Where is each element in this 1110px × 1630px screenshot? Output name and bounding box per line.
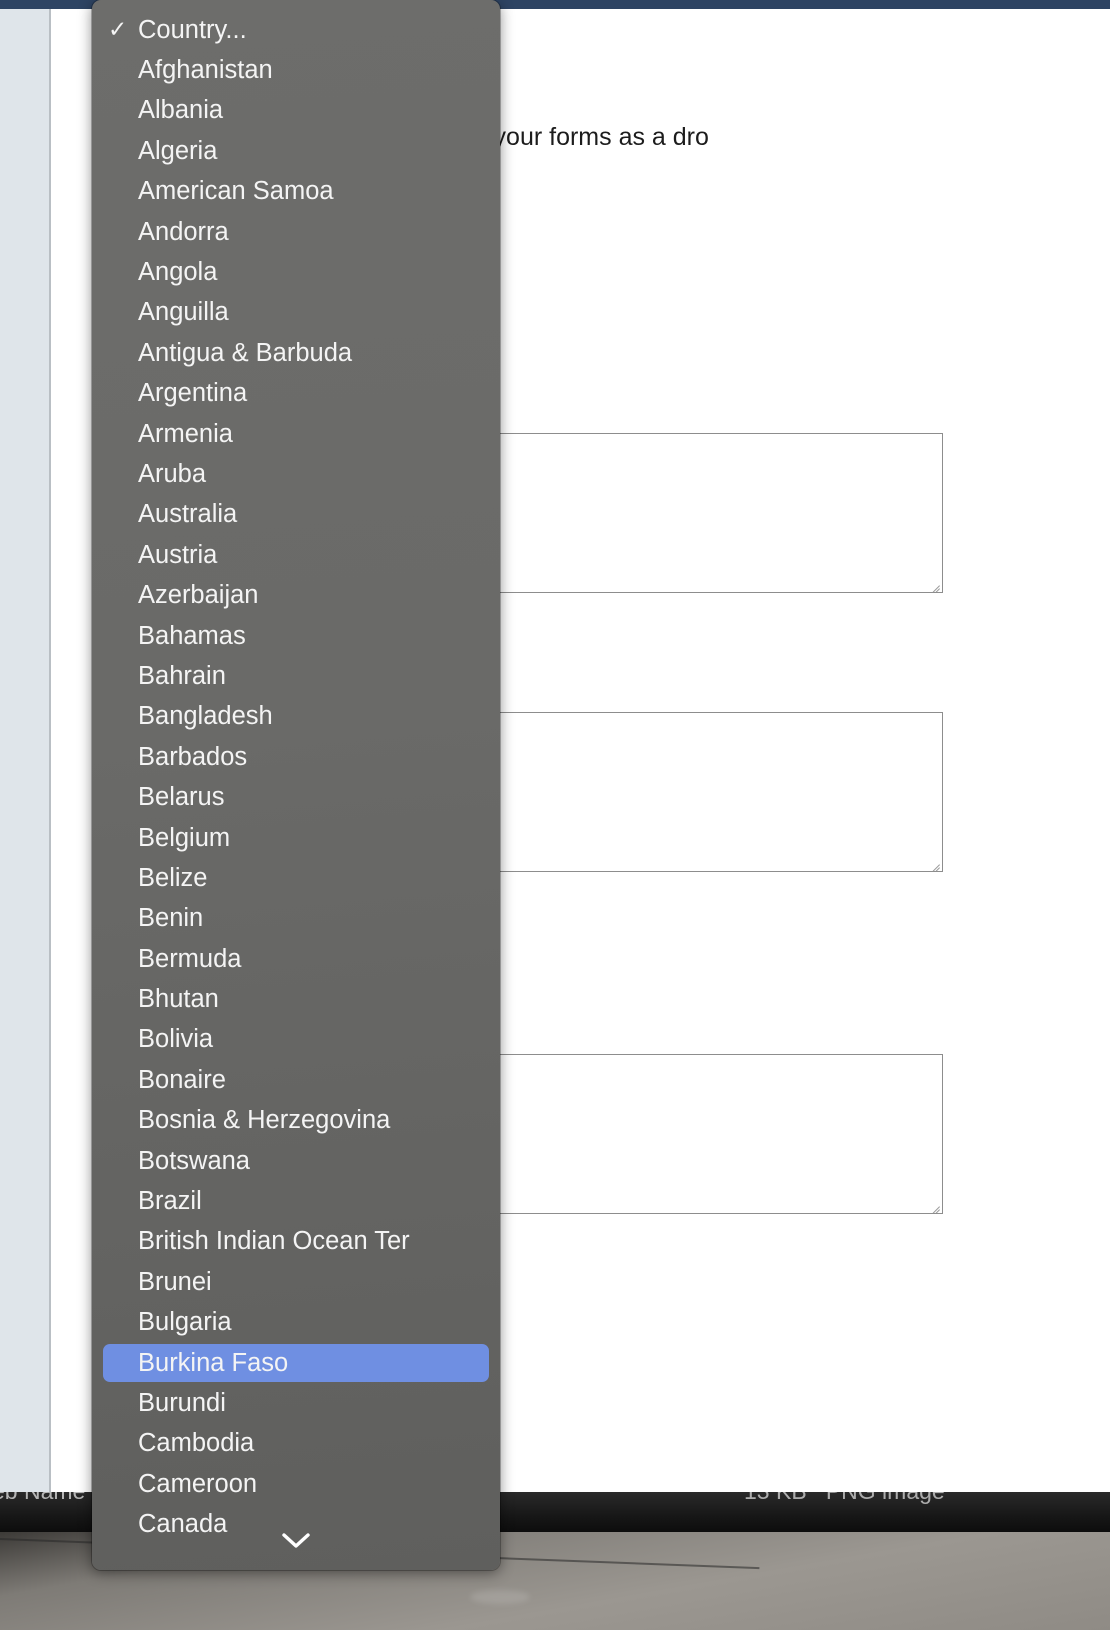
- country-select-popup-menu[interactable]: ✓ Country... Afghanistan Albania Algeria Amer…: [92, 0, 500, 1570]
- desk-highlight-smudge: [470, 1590, 530, 1604]
- finder-file-kind: PNG image: [826, 1492, 945, 1504]
- menu-item-country[interactable]: Cameroon: [92, 1464, 500, 1504]
- finder-file-name-label: eb Name: [0, 1492, 85, 1505]
- menu-item-label: Belarus: [138, 783, 225, 812]
- menu-item-label: Bulgaria: [138, 1308, 232, 1337]
- menu-item-label: Barbados: [138, 742, 248, 771]
- menu-item-label: Bosnia & Herzegovina: [138, 1106, 391, 1135]
- textarea-resize-grip[interactable]: [926, 855, 940, 869]
- menu-item-label: Austria: [138, 540, 218, 569]
- menu-item-label: Armenia: [138, 419, 233, 448]
- menu-item-label: Canada: [138, 1510, 228, 1539]
- menu-item-label: Argentina: [138, 379, 248, 408]
- menu-item-label: Bolivia: [138, 1025, 214, 1054]
- menu-item-country[interactable]: Antigua & Barbuda: [92, 333, 500, 373]
- menu-item-country[interactable]: Bahamas: [92, 616, 500, 656]
- textarea-resize-grip[interactable]: [926, 576, 940, 590]
- menu-item-label: Belgium: [138, 823, 231, 852]
- menu-item-label: Afghanistan: [138, 56, 273, 85]
- menu-item-label: Bhutan: [138, 985, 219, 1014]
- menu-item-label: Antigua & Barbuda: [138, 338, 353, 367]
- menu-item-country[interactable]: Burundi: [92, 1383, 500, 1423]
- menu-item-country[interactable]: Bonaire: [92, 1060, 500, 1100]
- menu-item-label: Brazil: [138, 1187, 202, 1216]
- page-left-margin-rail: [0, 9, 49, 1572]
- menu-item-label: Bermuda: [138, 944, 242, 973]
- screen-root: ilable for you to copy and use in your f…: [0, 0, 1110, 1630]
- menu-item-country[interactable]: Bhutan: [92, 979, 500, 1019]
- menu-item-country[interactable]: Belize: [92, 858, 500, 898]
- menu-item-country[interactable]: Belgium: [92, 818, 500, 858]
- menu-item-country[interactable]: Benin: [92, 899, 500, 939]
- menu-item-country[interactable]: Bolivia: [92, 1020, 500, 1060]
- menu-item-country[interactable]: Angola: [92, 252, 500, 292]
- menu-item-country[interactable]: Algeria: [92, 131, 500, 171]
- menu-item-label: Australia: [138, 500, 238, 529]
- menu-item-country[interactable]: Afghanistan: [92, 50, 500, 90]
- menu-item-country[interactable]: Azerbaijan: [92, 575, 500, 615]
- menu-item-label: Burkina Faso: [138, 1348, 289, 1377]
- menu-item-country[interactable]: Bahrain: [92, 656, 500, 696]
- menu-item-country[interactable]: Austria: [92, 535, 500, 575]
- menu-item-label: Azerbaijan: [138, 581, 259, 610]
- menu-item-country[interactable]: Barbados: [92, 737, 500, 777]
- menu-item-country[interactable]: Cambodia: [92, 1424, 500, 1464]
- menu-item-label: Bahrain: [138, 661, 226, 690]
- menu-item-country[interactable]: Botswana: [92, 1141, 500, 1181]
- menu-item-label: Aruba: [138, 459, 207, 488]
- menu-item-country[interactable]: Albania: [92, 91, 500, 131]
- menu-item-label: Cameroon: [138, 1469, 258, 1498]
- menu-item-label: Benin: [138, 904, 204, 933]
- menu-item-country[interactable]: Aruba: [92, 454, 500, 494]
- menu-item-label: Bangladesh: [138, 702, 273, 731]
- finder-file-meta-label: 13 KB PNG image: [744, 1492, 945, 1505]
- menu-item-country[interactable]: Bermuda: [92, 939, 500, 979]
- country-menu-list[interactable]: ✓ Country... Afghanistan Albania Algeria Amer…: [92, 10, 500, 1545]
- textarea-resize-grip[interactable]: [926, 1197, 940, 1211]
- menu-item-country[interactable]: British Indian Ocean Ter: [92, 1222, 500, 1262]
- menu-item-label: Algeria: [138, 136, 218, 165]
- menu-item-country[interactable]: Anguilla: [92, 293, 500, 333]
- menu-item-country[interactable]: American Samoa: [92, 172, 500, 212]
- menu-item-country[interactable]: Andorra: [92, 212, 500, 252]
- menu-item-label: Anguilla: [138, 298, 229, 327]
- menu-item-country[interactable]: Argentina: [92, 374, 500, 414]
- menu-item-country[interactable]: Armenia: [92, 414, 500, 454]
- menu-item-label: British Indian Ocean Ter: [138, 1227, 410, 1256]
- menu-item-country[interactable]: Belarus: [92, 777, 500, 817]
- menu-item-country[interactable]: Bosnia & Herzegovina: [92, 1101, 500, 1141]
- menu-item-country[interactable]: Brunei: [92, 1262, 500, 1302]
- finder-file-size: 13 KB: [744, 1492, 807, 1504]
- menu-item-label: Andorra: [138, 217, 229, 246]
- menu-item-country[interactable]: Australia: [92, 495, 500, 535]
- menu-item-country[interactable]: Burkina Faso: [92, 1343, 500, 1383]
- menu-item-label: Angola: [138, 258, 218, 287]
- menu-item-country[interactable]: Bulgaria: [92, 1303, 500, 1343]
- chevron-down-icon: [282, 1533, 310, 1548]
- menu-item-label: Burundi: [138, 1388, 226, 1417]
- menu-item-country[interactable]: Brazil: [92, 1181, 500, 1221]
- menu-item-country[interactable]: Bangladesh: [92, 697, 500, 737]
- menu-item-label: Bonaire: [138, 1065, 226, 1094]
- menu-item-label: Cambodia: [138, 1429, 255, 1458]
- menu-item-label: American Samoa: [138, 177, 334, 206]
- menu-item-label: Albania: [138, 96, 224, 125]
- menu-item-label: Brunei: [138, 1267, 212, 1296]
- menu-item-label: Belize: [138, 863, 208, 892]
- menu-item-label: Bahamas: [138, 621, 246, 650]
- checkmark-icon: ✓: [108, 16, 128, 43]
- menu-item-label: Country...: [138, 15, 247, 44]
- menu-item-label: Botswana: [138, 1146, 250, 1175]
- menu-item-country[interactable]: ✓ Country...: [92, 10, 500, 50]
